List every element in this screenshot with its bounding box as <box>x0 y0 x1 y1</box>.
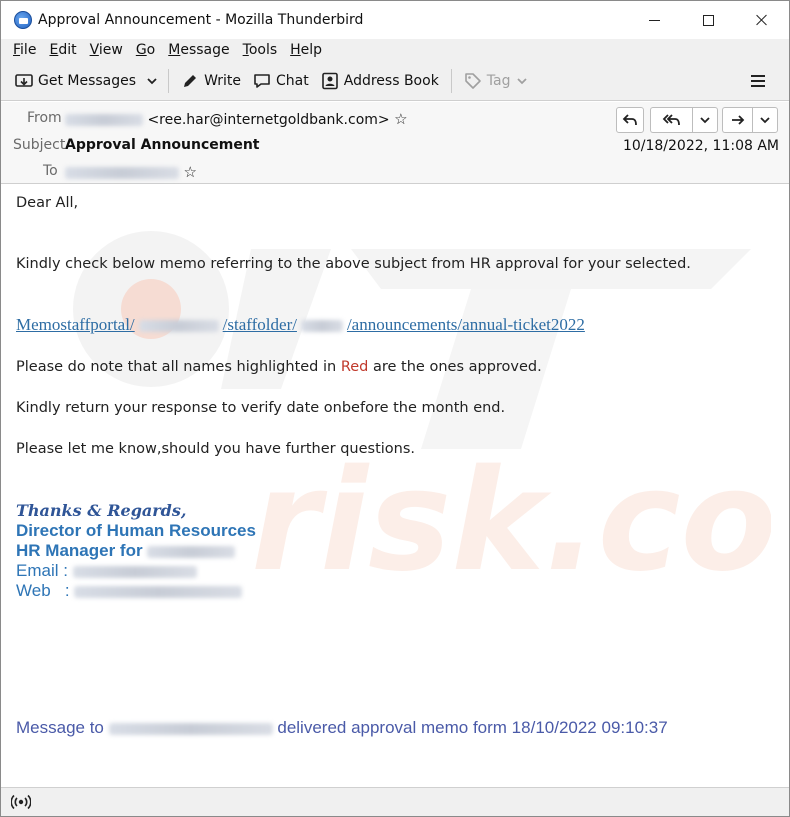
pencil-icon <box>184 74 197 87</box>
subject-value: Approval Announcement <box>65 137 260 153</box>
forward-arrow-icon <box>731 115 744 125</box>
to-label: To <box>43 163 58 179</box>
thunderbird-icon <box>14 11 32 29</box>
tag-icon <box>464 72 481 89</box>
tag-label: Tag <box>486 72 511 89</box>
red-highlight-word: Red <box>340 359 369 375</box>
from-label: From <box>27 110 62 126</box>
redacted-email <box>72 565 197 578</box>
chevron-down-icon <box>516 77 527 84</box>
chat-bubble-icon <box>254 73 270 88</box>
from-email: <ree.har@internetgoldbank.com> <box>147 112 390 128</box>
thunderbird-window: Approval Announcement - Mozilla Thunderb… <box>0 0 790 817</box>
toolbar-separator <box>168 68 170 93</box>
reply-all-icon <box>662 114 680 126</box>
write-button[interactable]: Write <box>175 66 247 96</box>
window-title: Approval Announcement - Mozilla Thunderb… <box>38 12 364 28</box>
message-header: From <ree.har@internetgoldbank.com> ☆ Su… <box>1 102 789 184</box>
body-paragraph-4: Please let me know,should you have furth… <box>16 441 416 457</box>
redacted-link-domain <box>138 320 219 333</box>
reply-all-button[interactable] <box>650 107 692 133</box>
chat-label: Chat <box>276 72 309 89</box>
maximize-icon <box>702 14 714 26</box>
star-icon[interactable]: ☆ <box>394 110 407 128</box>
forward-button[interactable] <box>722 107 752 133</box>
body-paragraph-3: Kindly return your response to verify da… <box>16 400 506 416</box>
window-controls <box>627 1 789 39</box>
redacted-company <box>147 545 236 558</box>
signature-hr-manager: HR Manager for <box>16 541 236 561</box>
redacted-website <box>74 585 243 598</box>
message-actions <box>612 107 778 133</box>
get-messages-dropdown[interactable] <box>142 66 162 96</box>
toolbar-separator <box>450 68 452 93</box>
message-body: risk.com Dear All, Kindly check below me… <box>1 184 789 784</box>
online-status-icon[interactable] <box>11 793 31 811</box>
body-paragraph-2: Please do note that all names highlighte… <box>16 359 542 375</box>
reply-all-dropdown[interactable] <box>692 107 718 133</box>
signature-email: Email : <box>16 561 197 581</box>
menu-edit[interactable]: Edit <box>49 42 76 58</box>
menu-view[interactable]: View <box>90 42 123 58</box>
redacted-sender-name <box>65 114 143 126</box>
menu-help[interactable]: Help <box>290 42 322 58</box>
minimize-icon <box>648 19 660 21</box>
title-bar: Approval Announcement - Mozilla Thunderb… <box>1 1 789 39</box>
signature-web: Web : <box>16 581 243 601</box>
address-book-label: Address Book <box>343 72 439 89</box>
menu-bar: File Edit View Go Message Tools Help <box>1 39 789 61</box>
main-toolbar: Get Messages Write Chat Address Book Tag <box>1 61 789 101</box>
chevron-down-icon <box>760 117 770 124</box>
tag-button[interactable]: Tag <box>458 66 534 96</box>
signature-thanks: Thanks & Regards, <box>16 501 187 520</box>
redacted-recipient-email <box>108 722 273 735</box>
redacted-link-folder <box>300 320 343 333</box>
body-paragraph-1: Kindly check below memo referring to the… <box>16 256 691 272</box>
minimize-button[interactable] <box>627 1 681 39</box>
close-button[interactable] <box>735 1 789 39</box>
status-bar <box>1 787 789 816</box>
app-menu-hamburger-icon[interactable] <box>751 75 765 87</box>
chat-button[interactable]: Chat <box>247 66 315 96</box>
signature-title: Director of Human Resources <box>16 521 256 540</box>
subject-label: Subject <box>13 137 66 153</box>
footer-message: Message to delivered approval memo form … <box>16 718 668 737</box>
address-book-icon <box>321 72 338 89</box>
svg-text:risk.com: risk.com <box>251 440 771 589</box>
from-value[interactable]: <ree.har@internetgoldbank.com> ☆ <box>65 110 408 128</box>
address-book-button[interactable]: Address Book <box>315 66 445 96</box>
phishing-link[interactable]: Memostaffportal//staffolder//announcemen… <box>16 315 585 335</box>
star-icon[interactable]: ☆ <box>183 163 196 181</box>
menu-tools[interactable]: Tools <box>243 42 278 58</box>
reply-button[interactable] <box>616 107 644 133</box>
menu-go[interactable]: Go <box>136 42 155 58</box>
chevron-down-icon <box>700 117 710 124</box>
get-messages-button[interactable]: Get Messages <box>9 66 142 96</box>
redacted-recipient <box>65 167 179 179</box>
more-actions-dropdown[interactable] <box>752 107 778 133</box>
menu-file[interactable]: File <box>13 42 36 58</box>
reply-icon <box>622 114 637 126</box>
chevron-down-icon <box>147 77 157 84</box>
download-mail-icon <box>15 73 33 87</box>
maximize-button[interactable] <box>681 1 735 39</box>
message-date: 10/18/2022, 11:08 AM <box>622 138 779 154</box>
menu-message[interactable]: Message <box>168 42 229 58</box>
get-messages-label: Get Messages <box>38 72 137 89</box>
to-value[interactable]: ☆ <box>65 163 197 181</box>
close-icon <box>756 14 768 26</box>
greeting: Dear All, <box>16 195 79 211</box>
write-label: Write <box>204 72 242 89</box>
